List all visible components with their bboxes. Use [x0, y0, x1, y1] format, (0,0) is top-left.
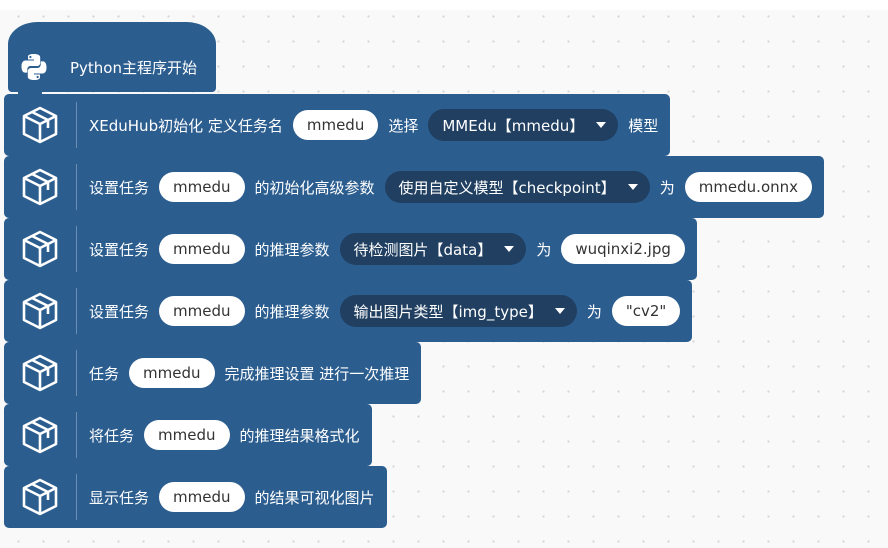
caret-down-icon — [504, 246, 515, 252]
canvas-top-bar — [0, 0, 888, 10]
dropdown-label: 待检测图片【data】 — [353, 240, 493, 259]
block-text: 设置任务 — [89, 178, 150, 197]
caret-down-icon — [554, 308, 565, 314]
text-input-field[interactable]: mmedu — [144, 420, 230, 450]
block-text: XEduHub初始化 定义任务名 — [89, 116, 283, 135]
block-text: 任务 — [89, 364, 120, 383]
hat-label: Python主程序开始 — [70, 58, 197, 77]
block-text: 完成推理设置 进行一次推理 — [224, 364, 410, 383]
dropdown-label: MMEdu【mmedu】 — [442, 116, 585, 135]
param-dropdown[interactable]: 输出图片类型【img_type】 — [339, 295, 577, 327]
block-text: 的推理参数 — [254, 240, 330, 259]
block-content: 设置任务 mmedu 的推理参数 输出图片类型【img_type】 为 "cv2" — [77, 295, 681, 327]
block-content: 显示任务 mmedu 的结果可视化图片 — [77, 482, 375, 512]
block-text: 显示任务 — [89, 488, 150, 507]
set-init-param-block[interactable]: 设置任务 mmedu 的初始化高级参数 使用自定义模型【checkpoint】 为 mme… — [4, 152, 825, 218]
cube-icon — [4, 164, 77, 210]
block-content: XEduHub初始化 定义任务名 mmedu 选择 MMEdu【mmedu】 模型 — [77, 109, 658, 141]
block-text: 的推理参数 — [254, 302, 330, 321]
text-input-field[interactable]: mmedu.onnx — [684, 172, 813, 202]
cube-icon — [4, 288, 77, 334]
block-text: 将任务 — [89, 426, 135, 445]
cube-icon — [4, 474, 77, 520]
text-input-field[interactable]: mmedu — [159, 482, 245, 512]
text-input-field[interactable]: mmedu — [159, 172, 245, 202]
show-visual-result-block[interactable]: 显示任务 mmedu 的结果可视化图片 — [4, 462, 387, 528]
run-inference-block[interactable]: 任务 mmedu 完成推理设置 进行一次推理 — [4, 338, 422, 404]
block-text: 为 — [586, 302, 602, 321]
param-dropdown[interactable]: 使用自定义模型【checkpoint】 — [384, 171, 650, 203]
block-text: 为 — [659, 178, 675, 197]
caret-down-icon — [627, 184, 638, 190]
param-dropdown[interactable]: MMEdu【mmedu】 — [428, 109, 619, 141]
text-input-field[interactable]: mmedu — [159, 234, 245, 264]
python-logo-icon — [8, 42, 60, 92]
set-infer-param-data-block[interactable]: 设置任务 mmedu 的推理参数 待检测图片【data】 为 wuqinxi2.jpg — [4, 214, 697, 280]
block-text: 设置任务 — [89, 302, 150, 321]
format-result-block[interactable]: 将任务 mmedu 的推理结果格式化 — [4, 400, 372, 466]
caret-down-icon — [596, 122, 607, 128]
cube-icon — [4, 412, 77, 458]
set-infer-param-imgtype-block[interactable]: 设置任务 mmedu 的推理参数 输出图片类型【img_type】 为 "cv2" — [4, 276, 693, 342]
block-content: 设置任务 mmedu 的初始化高级参数 使用自定义模型【checkpoint】 为 mme… — [77, 171, 813, 203]
dropdown-label: 使用自定义模型【checkpoint】 — [398, 178, 616, 197]
cube-icon — [4, 102, 77, 148]
block-text: 的结果可视化图片 — [254, 488, 375, 507]
text-input-field[interactable]: wuqinxi2.jpg — [561, 234, 685, 264]
text-input-field[interactable]: mmedu — [292, 110, 379, 140]
block-content: 将任务 mmedu 的推理结果格式化 — [77, 420, 360, 450]
block-text: 的初始化高级参数 — [254, 178, 375, 197]
block-text: 设置任务 — [89, 240, 150, 259]
block-text: 选择 — [388, 116, 419, 135]
dropdown-label: 输出图片类型【img_type】 — [353, 302, 543, 321]
cube-icon — [4, 226, 77, 272]
param-dropdown[interactable]: 待检测图片【data】 — [339, 233, 527, 265]
block-text: 的推理结果格式化 — [239, 426, 360, 445]
text-input-field[interactable]: mmedu — [159, 296, 245, 326]
block-text: 为 — [536, 240, 552, 259]
block-text: 模型 — [628, 116, 659, 135]
cube-icon — [4, 350, 77, 396]
text-input-field[interactable]: "cv2" — [611, 296, 681, 326]
block-content: 设置任务 mmedu 的推理参数 待检测图片【data】 为 wuqinxi2.jpg — [77, 233, 685, 265]
block-content: 任务 mmedu 完成推理设置 进行一次推理 — [77, 358, 409, 388]
python-main-start-row: Python主程序开始 — [8, 42, 197, 92]
xeduhub-init-block[interactable]: XEduHub初始化 定义任务名 mmedu 选择 MMEdu【mmedu】 模型 — [4, 90, 671, 156]
text-input-field[interactable]: mmedu — [129, 358, 215, 388]
